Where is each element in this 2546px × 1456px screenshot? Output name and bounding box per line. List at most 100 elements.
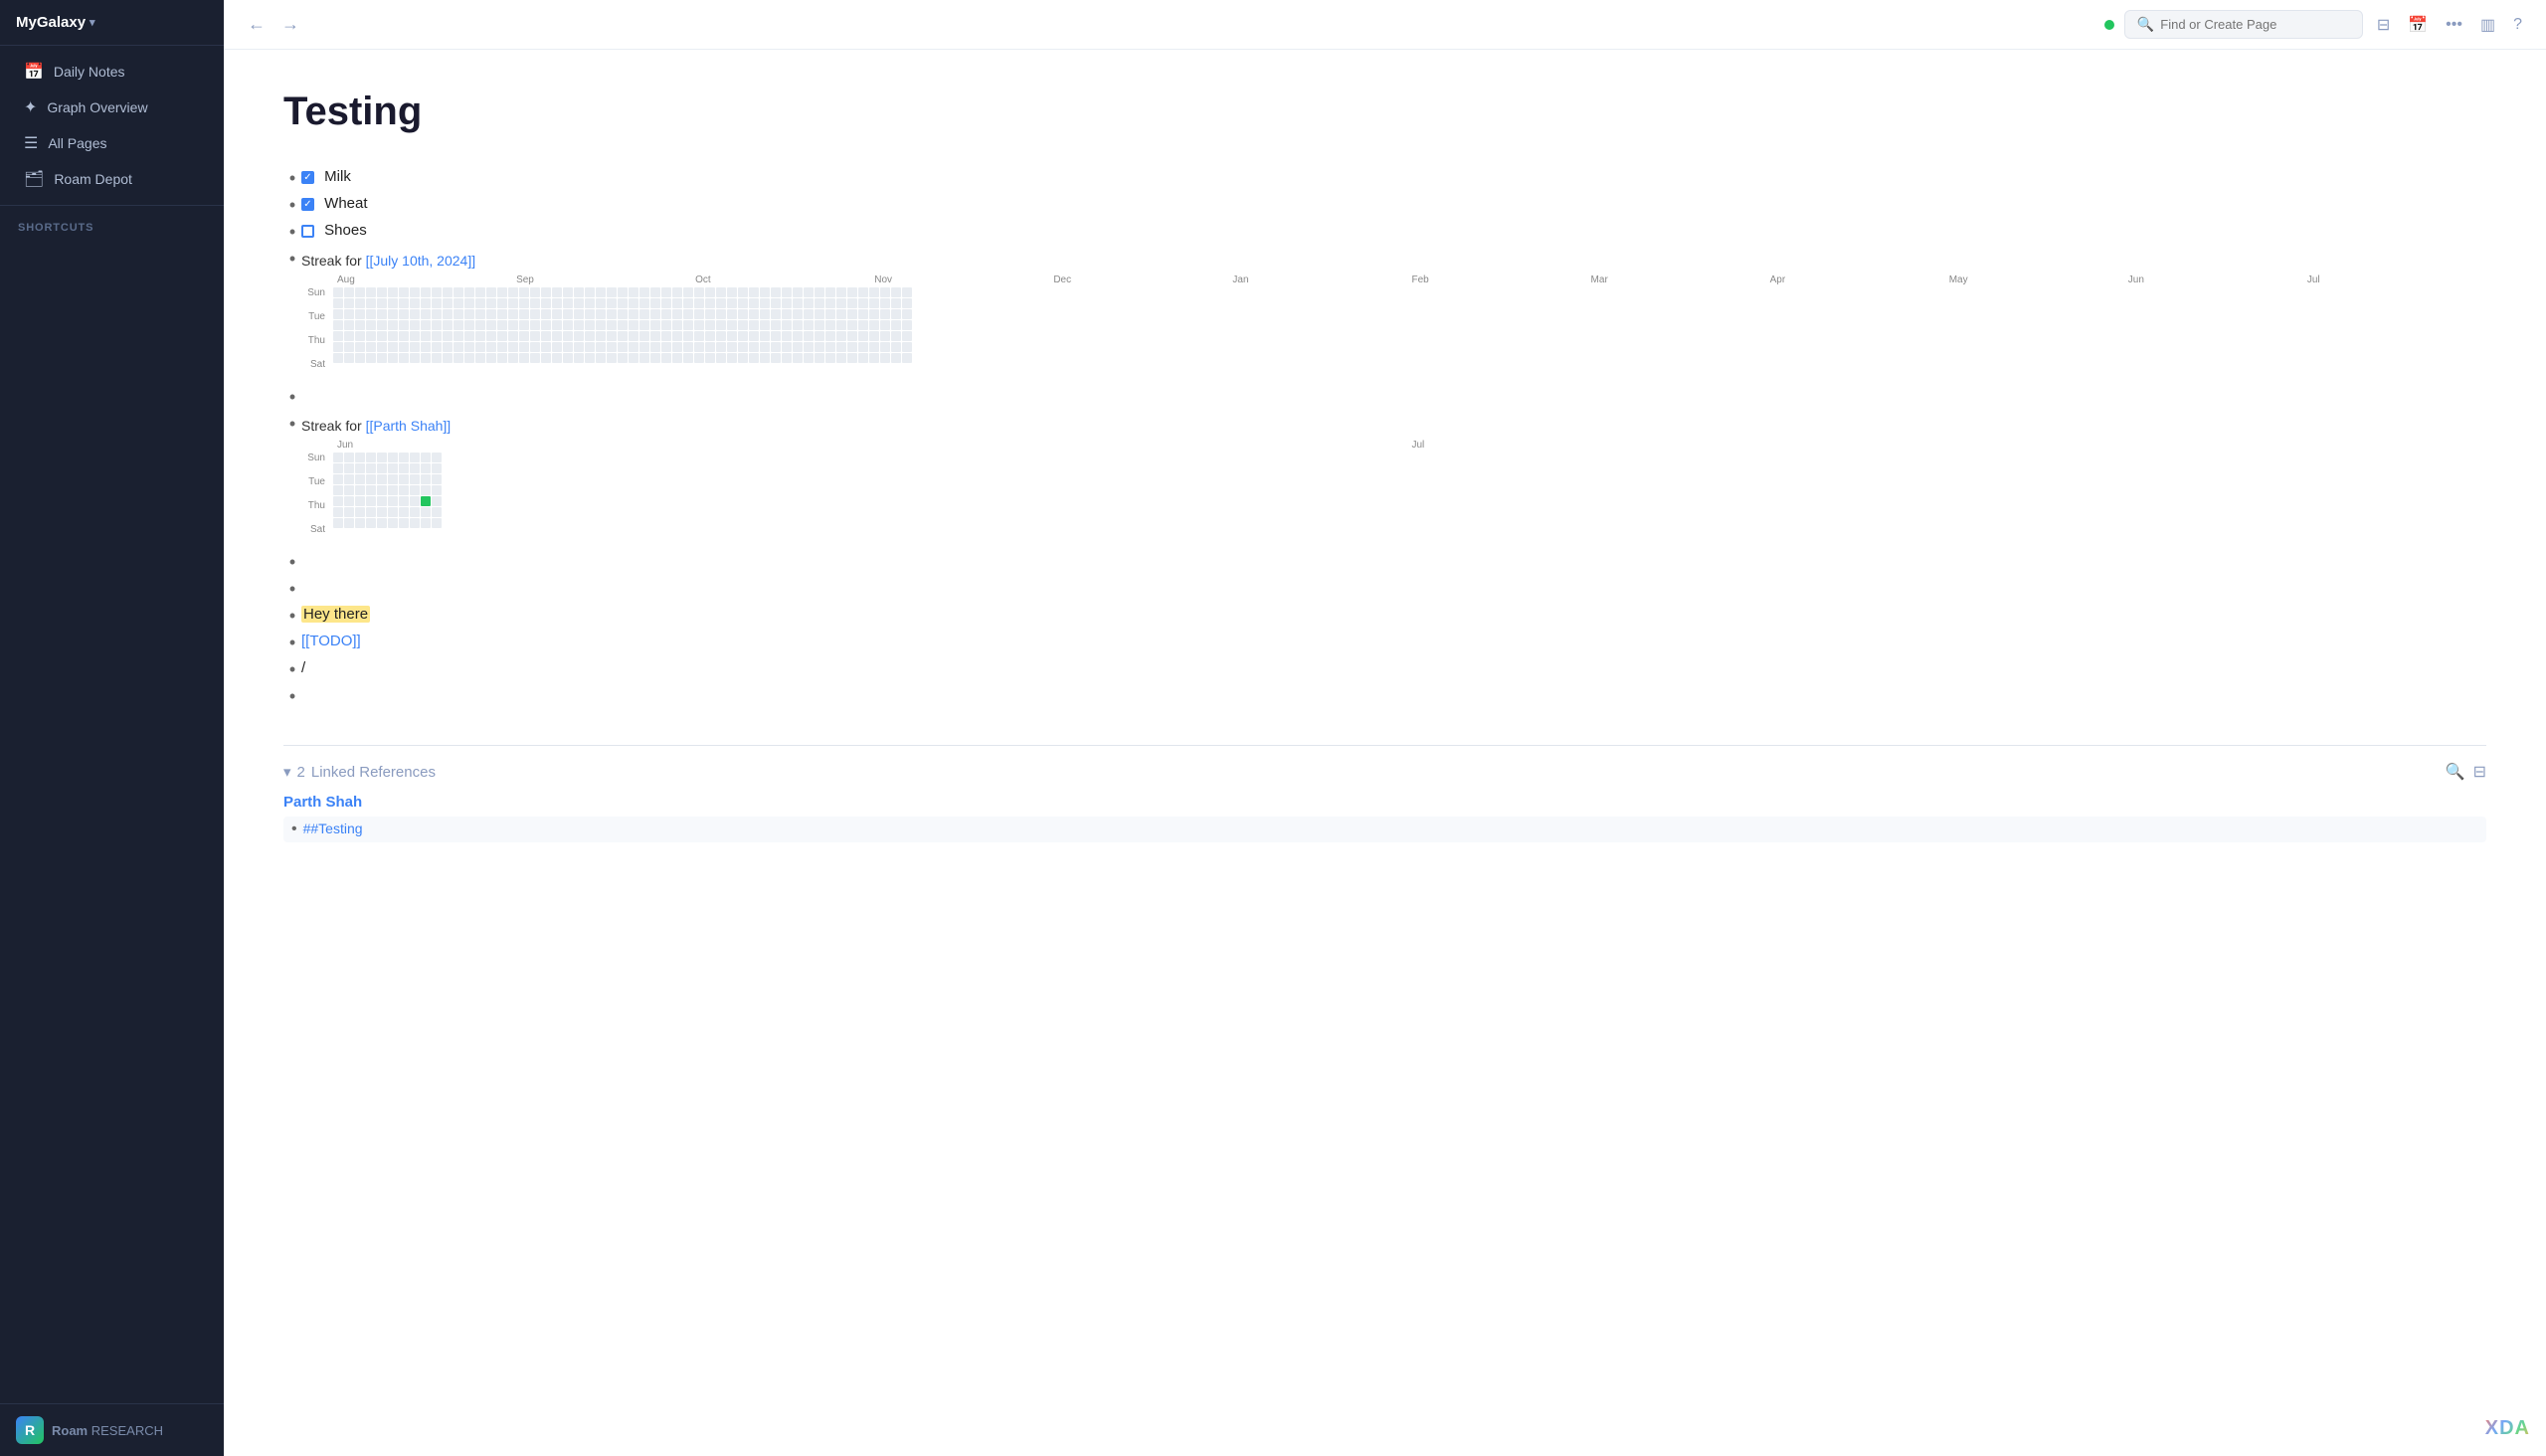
sidebar-item-graph-overview[interactable]: ✦ Graph Overview — [6, 90, 218, 125]
linked-refs-filter-icon[interactable]: ⊟ — [2473, 762, 2486, 782]
heatmap-small: JunJulSunTueThuSat — [301, 440, 2486, 536]
search-icon: 🔍 — [2137, 16, 2154, 33]
main-area: ← → 🔍 ⊟ 📅 ••• ▥ ? Testing • ✓ — [224, 0, 2546, 1456]
workspace-header[interactable]: MyGalaxy ▾ — [0, 0, 224, 46]
list-item: • Streak for [[July 10th, 2024]] AugSepO… — [283, 247, 2486, 379]
list-item: • Shoes — [283, 220, 2486, 241]
list-item: • / — [283, 657, 2486, 678]
sidebar-item-label: Roam Depot — [54, 171, 132, 187]
sidebar-item-label: Daily Notes — [54, 64, 125, 80]
columns-button[interactable]: ▥ — [2476, 11, 2499, 39]
list-item: • Hey there — [283, 604, 2486, 625]
topbar: ← → 🔍 ⊟ 📅 ••• ▥ ? — [224, 0, 2546, 50]
pages-icon: ☰ — [24, 133, 38, 153]
linked-refs-header: ▾ 2 Linked References 🔍 ⊟ — [283, 762, 2486, 782]
list-item: • — [283, 550, 2486, 571]
sidebar-item-label: Graph Overview — [47, 99, 147, 115]
list-item: • [[TODO]] — [283, 631, 2486, 651]
list-item: • ✓ Milk — [283, 166, 2486, 187]
milk-item: ✓ Milk — [301, 166, 2486, 185]
linked-refs-label: Linked References — [311, 764, 436, 781]
empty-item-2 — [301, 550, 2486, 552]
wheat-item: ✓ Wheat — [301, 193, 2486, 212]
linked-refs-section: ▾ 2 Linked References 🔍 ⊟ Parth Shah • #… — [283, 745, 2486, 842]
bullet-dot: • — [283, 415, 301, 433]
bullet-dot: • — [283, 553, 301, 571]
nav-buttons: ← → — [244, 12, 303, 37]
sidebar-nav: 📅 Daily Notes ✦ Graph Overview ☰ All Pag… — [0, 46, 224, 246]
wheat-checkbox[interactable]: ✓ — [301, 198, 314, 211]
hey-there-text: Hey there — [301, 606, 370, 623]
search-bar[interactable]: 🔍 — [2124, 10, 2363, 39]
bullet-dot: • — [283, 196, 301, 214]
bullet-dot: • — [283, 607, 301, 625]
forward-button[interactable]: → — [277, 12, 303, 37]
hey-there-item: Hey there — [301, 604, 2486, 623]
sync-status-dot — [2104, 20, 2114, 30]
streak-link-2[interactable]: [[Parth Shah]] — [366, 418, 452, 434]
ref-item: • ##Testing — [283, 817, 2486, 842]
bullet-dot: • — [283, 580, 301, 598]
sidebar-item-all-pages[interactable]: ☰ All Pages — [6, 125, 218, 161]
todo-item: [[TODO]] — [301, 631, 2486, 649]
calendar-icon: 📅 — [24, 62, 44, 82]
empty-item-4 — [301, 684, 2486, 686]
sidebar: MyGalaxy ▾ 📅 Daily Notes ✦ Graph Overvie… — [0, 0, 224, 1456]
bullet-dot: • — [283, 223, 301, 241]
ref-bullet: • — [291, 820, 297, 838]
heatmap-large: AugSepOctNovDecJanFebMarAprMayJunJulSunT… — [301, 274, 2486, 371]
list-item: • ✓ Wheat — [283, 193, 2486, 214]
workspace-name: MyGalaxy — [16, 14, 86, 31]
more-button[interactable]: ••• — [2442, 12, 2466, 38]
streak2-container: Streak for [[Parth Shah]] JunJulSunTueTh… — [301, 412, 2486, 544]
bullet-dot: • — [283, 169, 301, 187]
shoes-item: Shoes — [301, 220, 2486, 239]
roam-brand: Roam RESEARCH — [52, 1423, 163, 1438]
calendar-button[interactable]: 📅 — [2404, 11, 2432, 39]
linked-refs-count: 2 — [297, 764, 305, 781]
slash-item: / — [301, 657, 2486, 676]
search-input[interactable] — [2160, 17, 2339, 32]
roam-logo: R — [16, 1416, 44, 1444]
back-button[interactable]: ← — [244, 12, 270, 37]
bullet-dot: • — [283, 250, 301, 268]
bullet-dot: • — [283, 388, 301, 406]
content-area: Testing • ✓ Milk • ✓ Wheat • — [224, 50, 2546, 1456]
filter-button[interactable]: ⊟ — [2373, 11, 2394, 39]
list-item: • — [283, 385, 2486, 406]
streak1-container: Streak for [[July 10th, 2024]] AugSepOct… — [301, 247, 2486, 379]
shortcuts-label: SHORTCUTS — [0, 214, 224, 238]
graph-icon: ✦ — [24, 97, 37, 117]
sidebar-item-daily-notes[interactable]: 📅 Daily Notes — [6, 54, 218, 90]
wheat-label: Wheat — [324, 195, 367, 212]
depot-icon: 🗂 — [24, 169, 44, 189]
list-item: • Streak for [[Parth Shah]] JunJulSunTue… — [283, 412, 2486, 544]
bullet-list: • ✓ Milk • ✓ Wheat • Shoes — [283, 166, 2486, 705]
shoes-checkbox[interactable] — [301, 225, 314, 238]
streak-parth: Streak for [[Parth Shah]] JunJulSunTueTh… — [301, 418, 2486, 536]
ref-group: Parth Shah • ##Testing — [283, 794, 2486, 842]
page-title: Testing — [283, 90, 2486, 134]
todo-link[interactable]: [[TODO]] — [301, 633, 361, 649]
linked-refs-search-icon[interactable]: 🔍 — [2446, 762, 2465, 782]
milk-label: Milk — [324, 168, 351, 185]
shoes-label: Shoes — [324, 222, 367, 239]
workspace-chevron: ▾ — [90, 16, 95, 29]
list-item: • — [283, 684, 2486, 705]
ref-text: ##Testing — [303, 820, 363, 836]
streak-link[interactable]: [[July 10th, 2024]] — [366, 253, 476, 269]
streak-title: Streak for [[July 10th, 2024]] — [301, 253, 2486, 269]
bullet-dot: • — [283, 687, 301, 705]
milk-checkbox[interactable]: ✓ — [301, 171, 314, 184]
bullet-dot: • — [283, 660, 301, 678]
xda-watermark: XDA — [2485, 1417, 2530, 1440]
ref-group-name[interactable]: Parth Shah — [283, 794, 2486, 811]
empty-item-3 — [301, 577, 2486, 579]
sidebar-item-roam-depot[interactable]: 🗂 Roam Depot — [6, 161, 218, 197]
list-item: • — [283, 577, 2486, 598]
linked-refs-chevron: ▾ — [283, 763, 291, 781]
help-button[interactable]: ? — [2509, 12, 2526, 38]
streak-title-2: Streak for [[Parth Shah]] — [301, 418, 2486, 434]
linked-refs-actions: 🔍 ⊟ — [2446, 762, 2486, 782]
linked-refs-title[interactable]: ▾ 2 Linked References — [283, 763, 436, 781]
